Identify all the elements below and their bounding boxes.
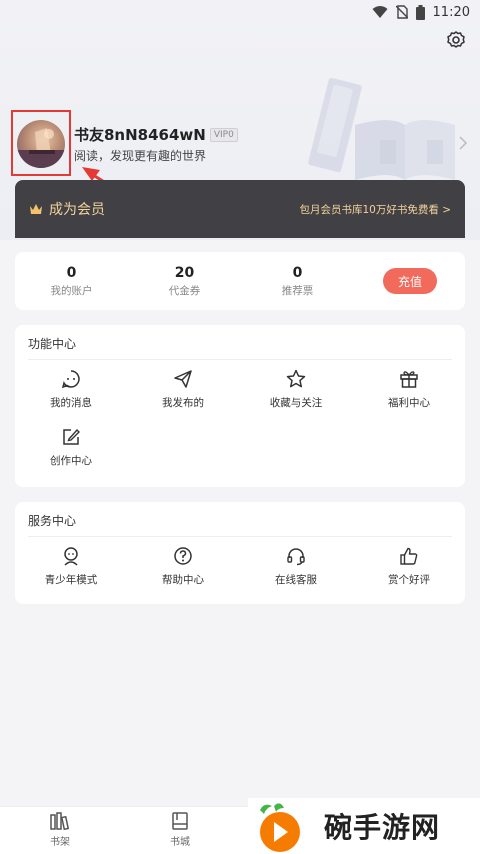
thumbs-up-icon xyxy=(400,547,418,565)
feature-my-posts[interactable]: 我发布的 xyxy=(127,369,239,410)
wallet-account-value: 0 xyxy=(66,265,77,281)
feature-label: 青少年模式 xyxy=(44,574,98,586)
feature-label: 我发布的 xyxy=(162,397,204,409)
service-center-card: 服务中心 青少年模式 帮助中心 在线客服 赏个好评 xyxy=(15,502,465,604)
feature-label: 创作中心 xyxy=(50,455,92,467)
service-rate-app[interactable]: 赏个好评 xyxy=(353,546,465,587)
no-sim-icon xyxy=(395,5,408,19)
nav-bookstore-label: 书城 xyxy=(170,837,190,848)
wallet-vouchers-value: 20 xyxy=(174,265,195,281)
feature-label: 收藏与关注 xyxy=(269,397,323,409)
gift-icon xyxy=(400,371,418,388)
wallet-recommend-tickets[interactable]: 0 推荐票 xyxy=(241,264,354,298)
teen-mode-icon xyxy=(64,547,78,566)
wallet-card: 0 我的账户 20 代金券 0 推荐票 充值 xyxy=(15,252,465,310)
bookstore-icon xyxy=(172,812,188,830)
feature-label: 我的消息 xyxy=(50,397,92,409)
service-center-title: 服务中心 xyxy=(28,514,77,528)
vip-level-badge: VIP0 xyxy=(209,127,238,142)
message-icon xyxy=(61,370,80,389)
feature-my-messages[interactable]: 我的消息 xyxy=(15,369,127,410)
feature-label: 在线客服 xyxy=(275,574,317,586)
feature-creation-center[interactable]: 创作中心 xyxy=(15,427,127,468)
avatar[interactable] xyxy=(17,120,65,168)
vip-banner-title: 成为会员 xyxy=(49,202,105,218)
clock-time: 11:20 xyxy=(432,4,470,20)
vip-banner-promo[interactable]: 包月会员书库10万好书免费看 > xyxy=(300,202,452,217)
bookshelf-icon xyxy=(50,812,70,831)
avatar-image-icon xyxy=(17,128,65,168)
feature-welfare-center[interactable]: 福利中心 xyxy=(353,369,465,410)
function-center-title: 功能中心 xyxy=(28,337,77,351)
nav-bookshelf-label: 书架 xyxy=(50,837,70,848)
nav-bookshelf[interactable]: 书架 xyxy=(30,811,90,848)
headset-icon xyxy=(287,548,305,566)
function-center-card: 功能中心 我的消息 我发布的 收藏与关注 福利中心 创作中心 xyxy=(15,325,465,487)
wallet-tickets-label: 推荐票 xyxy=(281,285,314,297)
service-help-center[interactable]: 帮助中心 xyxy=(127,546,239,587)
star-icon xyxy=(286,369,306,388)
chevron-right-icon[interactable] xyxy=(458,135,468,151)
battery-icon xyxy=(415,4,425,20)
settings-gear-icon[interactable] xyxy=(446,30,466,50)
watermark-text: 碗手游网 xyxy=(324,811,441,844)
wallet-vouchers-label: 代金券 xyxy=(168,285,201,297)
watermark-logo-icon xyxy=(260,803,300,852)
avatar-highlight-box xyxy=(11,110,71,176)
divider xyxy=(28,536,452,537)
wallet-vouchers[interactable]: 20 代金券 xyxy=(128,264,241,298)
site-watermark: 碗手游网 xyxy=(248,798,480,854)
feature-label: 赏个好评 xyxy=(388,574,430,586)
paper-plane-icon xyxy=(174,370,192,388)
vip-banner[interactable]: 成为会员 包月会员书库10万好书免费看 > xyxy=(15,180,465,238)
wallet-account[interactable]: 0 我的账户 xyxy=(15,264,128,298)
wallet-account-label: 我的账户 xyxy=(50,285,93,297)
status-bar: 11:20 xyxy=(0,0,480,24)
wifi-icon xyxy=(372,6,388,18)
help-icon xyxy=(174,547,192,565)
service-online-support[interactable]: 在线客服 xyxy=(240,546,352,587)
feature-label: 帮助中心 xyxy=(162,574,204,586)
user-name[interactable]: 书友8nN8464wN VIP0 xyxy=(74,124,238,145)
feature-label: 福利中心 xyxy=(388,397,430,409)
wallet-tickets-value: 0 xyxy=(292,265,303,281)
books-illustration xyxy=(308,77,455,180)
service-teen-mode[interactable]: 青少年模式 xyxy=(15,546,127,587)
divider xyxy=(28,359,452,360)
recharge-button[interactable]: 充值 xyxy=(383,268,437,294)
user-name-text: 书友8nN8464wN xyxy=(74,126,206,144)
feature-favorites[interactable]: 收藏与关注 xyxy=(240,369,352,410)
edit-icon xyxy=(63,428,80,445)
nav-bookstore[interactable]: 书城 xyxy=(150,811,210,848)
user-tagline: 阅读，发现更有趣的世界 xyxy=(74,149,207,163)
crown-icon xyxy=(30,204,42,214)
